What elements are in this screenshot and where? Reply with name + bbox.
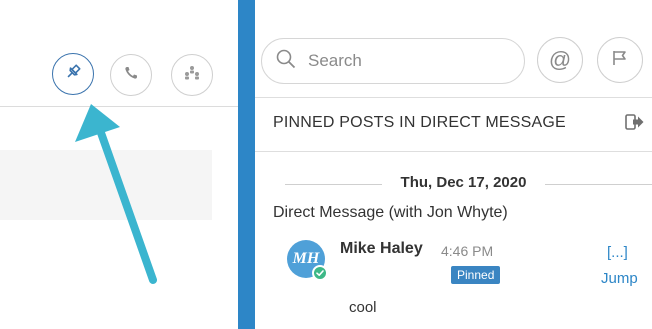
post-time[interactable]: 4:46 PM — [441, 243, 493, 259]
date-separator-line-left — [285, 184, 382, 185]
right-sidebar: @ PINNED POSTS IN DIRECT MESSAGE Thu, De… — [255, 0, 652, 329]
channel-name[interactable]: Direct Message (with Jon Whyte) — [273, 204, 508, 222]
pinned-posts-button[interactable] — [52, 53, 94, 95]
rhs-title: PINNED POSTS IN DIRECT MESSAGE — [273, 114, 566, 131]
expand-icon — [625, 113, 645, 136]
left-gutter — [0, 0, 238, 14]
post-author[interactable]: Mike Haley — [340, 240, 423, 258]
search-input[interactable] — [308, 51, 498, 71]
online-status-icon — [312, 265, 328, 281]
at-icon: @ — [548, 47, 572, 72]
channel-pane — [0, 0, 238, 329]
date-separator: Thu, Dec 17, 2020 — [400, 174, 527, 191]
search-box[interactable] — [261, 38, 525, 84]
saved-posts-button[interactable] — [597, 37, 643, 83]
jump-link[interactable]: Jump — [601, 270, 638, 287]
message-area-block — [0, 150, 212, 220]
pane-divider — [238, 0, 255, 329]
flag-icon — [611, 49, 629, 72]
pinned-badge: Pinned — [451, 266, 501, 284]
search-icon — [276, 49, 296, 74]
date-separator-line-right — [545, 184, 652, 185]
phone-icon — [122, 64, 140, 87]
header-separator — [255, 97, 652, 98]
title-separator — [255, 151, 652, 152]
members-icon — [182, 64, 202, 87]
recent-mentions-button[interactable]: @ — [537, 37, 583, 83]
expand-sidebar-button[interactable] — [623, 113, 647, 135]
post-menu-link[interactable]: [...] — [607, 244, 628, 261]
channel-members-button[interactable] — [171, 54, 213, 96]
post-message: cool — [349, 299, 377, 316]
pin-icon — [64, 63, 82, 86]
call-button[interactable] — [110, 54, 152, 96]
